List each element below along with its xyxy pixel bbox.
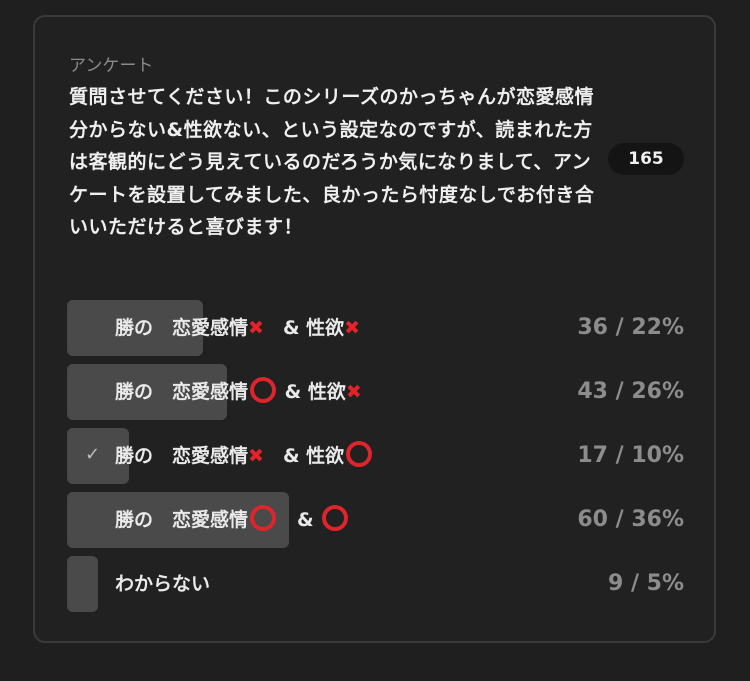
cross-mark-icon: ✖: [344, 317, 361, 339]
poll-option-3[interactable]: ✓ 勝の 恋愛感情✖ & 性欲 17 / 10%: [67, 428, 684, 484]
poll-options: 勝の 恋愛感情✖ & 性欲✖ 36 / 22% 勝の 恋愛感情 & 性欲✖ 43…: [67, 300, 684, 620]
poll-label: アンケート: [69, 56, 154, 76]
result-bar: [67, 556, 98, 612]
option-result: 9 / 5%: [607, 571, 684, 596]
circle-mark-icon: [346, 441, 373, 467]
poll-option-5[interactable]: わからない 9 / 5%: [67, 556, 684, 612]
option-label: 勝の 恋愛感情✖ & 性欲: [115, 428, 374, 484]
option-label: 勝の 恋愛感情 & 性欲✖: [115, 364, 362, 420]
circle-mark-icon: [250, 505, 277, 531]
poll-question: 質問させてください！このシリーズのかっちゃんが恋愛感情分からない&性欲ない、とい…: [69, 86, 595, 238]
cross-mark-icon: ✖: [248, 445, 264, 467]
circle-mark-icon: [322, 505, 349, 531]
option-label: 勝の 恋愛感情 &: [115, 492, 350, 548]
option-result: 60 / 36%: [577, 507, 684, 532]
vote-count-badge: 165: [608, 143, 684, 175]
poll-option-4[interactable]: 勝の 恋愛感情 & 60 / 36%: [67, 492, 684, 548]
poll-option-2[interactable]: 勝の 恋愛感情 & 性欲✖ 43 / 26%: [67, 364, 684, 420]
circle-mark-icon: [250, 377, 277, 403]
option-result: 43 / 26%: [577, 379, 684, 404]
cross-mark-icon: ✖: [345, 381, 362, 403]
option-label: わからない: [115, 573, 211, 595]
poll-card: アンケート 質問させてください！このシリーズのかっちゃんが恋愛感情分からない&性…: [33, 15, 716, 643]
option-result: 17 / 10%: [577, 443, 684, 468]
cross-mark-icon: ✖: [248, 317, 264, 339]
option-label: 勝の 恋愛感情✖ & 性欲✖: [115, 317, 361, 339]
check-icon: ✓: [85, 444, 101, 465]
option-result: 36 / 22%: [577, 315, 684, 340]
poll-option-1[interactable]: 勝の 恋愛感情✖ & 性欲✖ 36 / 22%: [67, 300, 684, 356]
